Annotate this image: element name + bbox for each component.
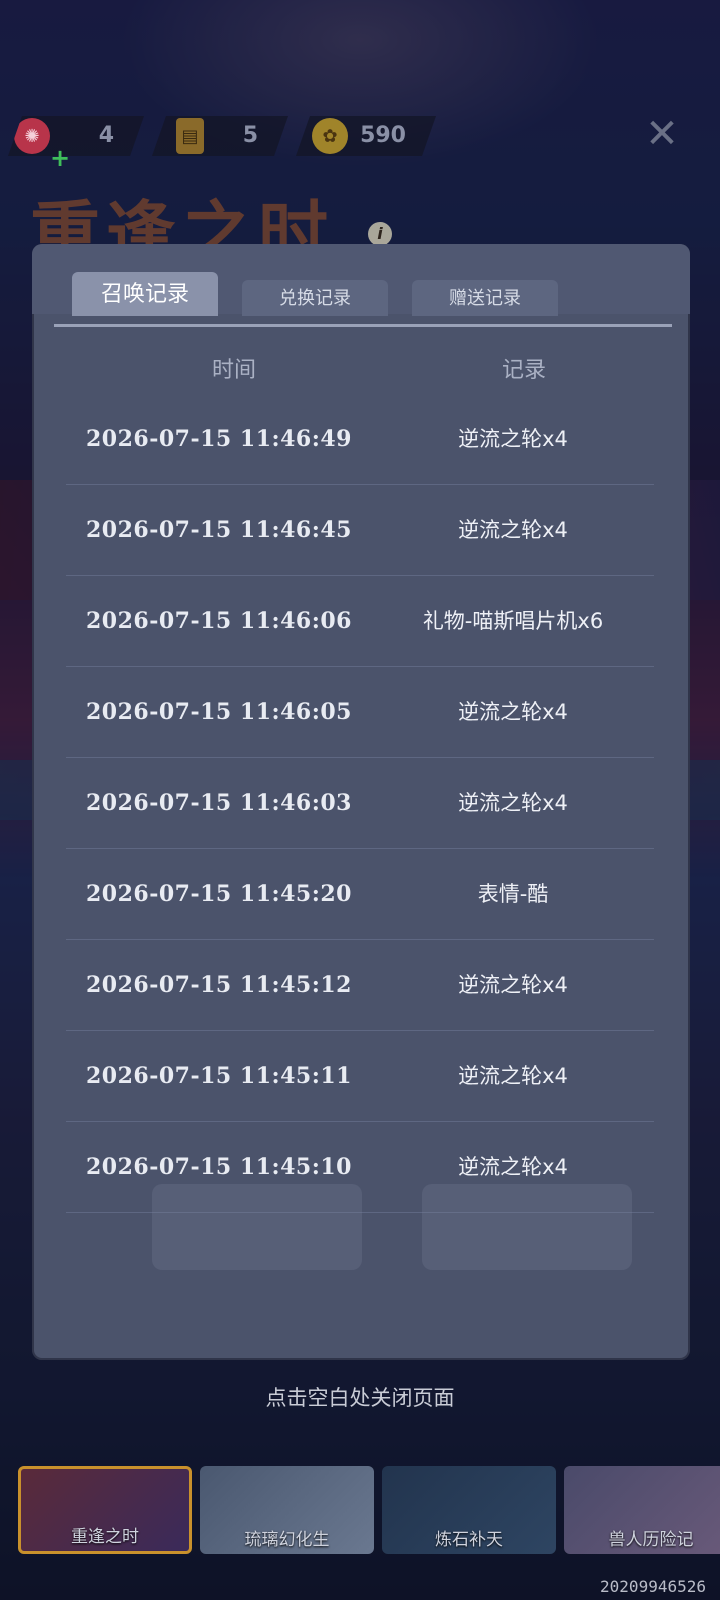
record-time: 2026-07-15 11:46:03: [86, 790, 352, 816]
record-row: 2026-07-15 11:45:20 表情-酷: [66, 849, 654, 940]
record-time: 2026-07-15 11:45:12: [86, 972, 352, 998]
close-icon[interactable]: ✕: [642, 114, 682, 154]
record-time: 2026-07-15 11:45:10: [86, 1154, 352, 1180]
gold-coin-icon: ✿: [312, 118, 348, 154]
ghost-button: [152, 1184, 362, 1270]
currency-gold[interactable]: ✿ 590: [296, 116, 436, 156]
record-modal: 召唤记录 兑换记录 赠送记录 时间 记录 2026-07-15 11:46:49…: [32, 244, 690, 1360]
currency-value: 590: [360, 123, 406, 148]
record-item: 逆流之轮x4: [458, 973, 568, 997]
record-row: 2026-07-15 11:46:03 逆流之轮x4: [66, 758, 654, 849]
record-time: 2026-07-15 11:46:06: [86, 608, 352, 634]
event-thumb[interactable]: 重逢之时: [18, 1466, 192, 1554]
ghost-button: [422, 1184, 632, 1270]
currency-summon-candy[interactable]: ✺ 4: [8, 116, 144, 156]
record-item: 礼物-喵斯唱片机x6: [422, 609, 604, 633]
event-thumb[interactable]: 兽人历险记: [564, 1466, 720, 1554]
column-header-time: 时间: [212, 358, 257, 383]
tab-gift-records[interactable]: 赠送记录: [412, 280, 558, 316]
user-id: 20209946526: [600, 1577, 706, 1596]
record-row: 2026-07-15 11:46:45 逆流之轮x4: [66, 485, 654, 576]
background-buttons-ghost: [92, 1184, 652, 1270]
record-time: 2026-07-15 11:46:49: [86, 426, 352, 452]
ticket-card-icon: ▤: [176, 118, 204, 154]
event-thumb-label: 重逢之时: [71, 1527, 139, 1547]
record-item: 表情-酷: [477, 882, 549, 906]
record-time: 2026-07-15 11:46:45: [86, 517, 352, 543]
record-list[interactable]: 2026-07-15 11:46:49 逆流之轮x4 2026-07-15 11…: [66, 394, 654, 1213]
event-carousel: 重逢之时 琉璃幻化生 炼石补天 兽人历险记: [18, 1466, 720, 1554]
record-item: 逆流之轮x4: [458, 791, 568, 815]
record-row: 2026-07-15 11:46:49 逆流之轮x4: [66, 394, 654, 485]
currency-value: 4: [98, 123, 114, 148]
record-row: 2026-07-15 11:46:06 礼物-喵斯唱片机x6: [66, 576, 654, 667]
currency-value: 5: [242, 123, 258, 148]
info-icon[interactable]: i: [368, 222, 392, 246]
record-time: 2026-07-15 11:45:11: [86, 1063, 352, 1089]
record-item: 逆流之轮x4: [458, 427, 568, 451]
record-tabs: 召唤记录 兑换记录 赠送记录: [72, 272, 558, 316]
record-item: 逆流之轮x4: [458, 700, 568, 724]
close-hint[interactable]: 点击空白处关闭页面: [0, 1382, 720, 1412]
tab-divider: [54, 324, 672, 327]
record-time: 2026-07-15 11:46:05: [86, 699, 352, 725]
record-item: 逆流之轮x4: [458, 1155, 568, 1179]
event-thumb[interactable]: 炼石补天: [382, 1466, 556, 1554]
currency-ticket[interactable]: ▤ 5: [152, 116, 288, 156]
event-thumb-label: 琉璃幻化生: [244, 1530, 330, 1550]
column-header-record: 记录: [502, 358, 547, 383]
add-currency-icon[interactable]: +: [50, 144, 70, 172]
tab-summon-records[interactable]: 召唤记录: [72, 272, 218, 316]
event-thumb-label: 兽人历险记: [608, 1530, 694, 1550]
record-item: 逆流之轮x4: [458, 518, 568, 542]
event-thumb-label: 炼石补天: [435, 1530, 503, 1550]
record-row: 2026-07-15 11:45:11 逆流之轮x4: [66, 1031, 654, 1122]
event-thumb[interactable]: 琉璃幻化生: [200, 1466, 374, 1554]
record-time: 2026-07-15 11:45:20: [86, 881, 352, 907]
record-item: 逆流之轮x4: [458, 1064, 568, 1088]
record-row: 2026-07-15 11:46:05 逆流之轮x4: [66, 667, 654, 758]
record-row: 2026-07-15 11:45:12 逆流之轮x4: [66, 940, 654, 1031]
tab-exchange-records[interactable]: 兑换记录: [242, 280, 388, 316]
